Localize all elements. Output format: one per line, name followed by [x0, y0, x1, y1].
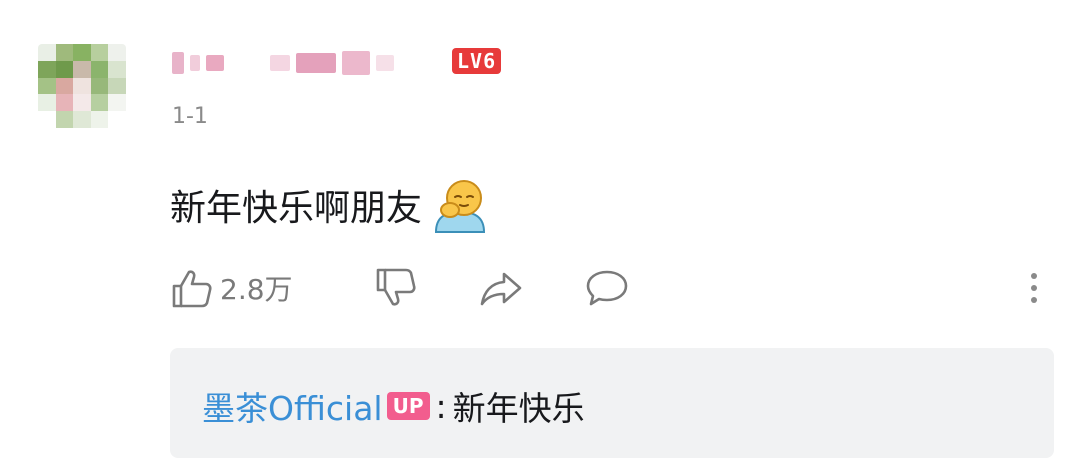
username-blur-block	[190, 55, 200, 71]
reply-username[interactable]: 墨茶Official	[202, 382, 383, 430]
like-button[interactable]: 2.8万	[170, 266, 293, 310]
more-button[interactable]	[1026, 270, 1042, 310]
share-button[interactable]	[478, 266, 524, 310]
reply-line: 墨茶Official UP : 新年快乐	[202, 382, 585, 430]
comment-content: 新年快乐啊朋友	[170, 178, 490, 233]
floor-number: 1-1	[172, 104, 208, 129]
level-badge: LV6	[452, 48, 502, 74]
thumbs-down-icon	[374, 266, 418, 310]
username-blur-block	[376, 55, 394, 71]
avatar[interactable]	[38, 44, 126, 128]
comment-actions: 2.8万	[170, 266, 1050, 316]
share-icon	[478, 266, 524, 310]
like-count: 2.8万	[220, 273, 293, 306]
reply-preview-box[interactable]: 墨茶Official UP : 新年快乐	[170, 348, 1054, 458]
up-badge: UP	[386, 392, 430, 420]
more-vertical-icon	[1026, 270, 1042, 310]
reply-text: 新年快乐	[452, 389, 585, 428]
username-blur-block	[230, 55, 264, 71]
reply-icon	[584, 266, 630, 310]
comment-text: 新年快乐啊朋友	[170, 188, 423, 229]
reply-button[interactable]	[584, 266, 630, 310]
hug-emoji-icon	[430, 178, 490, 233]
username-blur-block	[270, 55, 290, 71]
username-blur-block	[172, 52, 184, 74]
username-blur-block	[342, 51, 370, 75]
username-blur-block	[296, 53, 336, 73]
reply-colon: :	[435, 386, 447, 426]
dislike-button[interactable]	[374, 266, 418, 310]
username-blur-block	[206, 55, 224, 71]
username[interactable]	[172, 44, 412, 82]
thumbs-up-icon	[170, 266, 214, 310]
